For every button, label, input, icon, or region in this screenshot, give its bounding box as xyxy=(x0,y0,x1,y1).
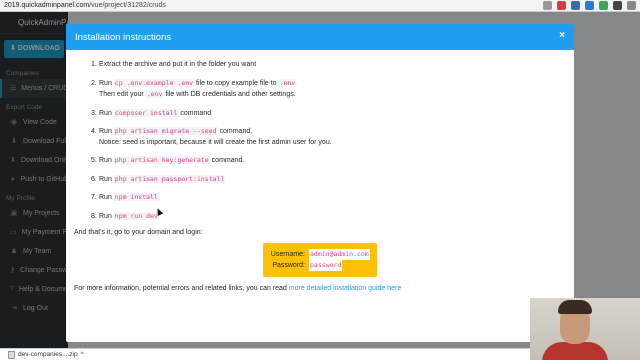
modal-header: Installation instructions × xyxy=(66,24,574,50)
step-number: 6. xyxy=(91,175,97,183)
step-number: 4. xyxy=(91,128,97,135)
step-text: file to copy example file to xyxy=(196,79,277,87)
password-label: Password: xyxy=(272,262,305,269)
step-text: Run xyxy=(99,79,112,87)
step-text: Run xyxy=(99,109,112,117)
step-notice: Notice: seed is important, because it wi… xyxy=(99,138,332,146)
install-step: 7. Run npm install xyxy=(91,192,566,204)
ext-icon[interactable] xyxy=(613,1,622,10)
steps-list: 1. Extract the archive and put it in the … xyxy=(74,60,566,222)
installation-guide-link[interactable]: more detailed installation guide here xyxy=(289,285,401,292)
step-command: npm run dev xyxy=(113,211,159,220)
step-number: 8. xyxy=(91,212,97,220)
username-value: admin@admin.com xyxy=(309,249,370,260)
step-text: Run xyxy=(99,212,112,220)
login-credentials-box: Username: admin@admin.com Password: passwo… xyxy=(263,243,377,277)
step-command: php artisan key:generate xyxy=(113,156,210,164)
modal-title: Installation instructions xyxy=(75,31,172,43)
chevron-up-icon[interactable]: ^ xyxy=(81,351,84,358)
install-step: 2. Run cp .env.example .env file to copy … xyxy=(91,78,566,101)
step-number: 3. xyxy=(91,109,97,117)
step-number: 7. xyxy=(91,194,97,201)
install-step: 4. Run php artisan migrate --seed command… xyxy=(91,126,566,148)
step-command: cp .env.example .env xyxy=(113,78,195,87)
download-filename[interactable]: dev-companies....zip xyxy=(18,351,78,358)
url-host: 2019.quickadminpanel.com xyxy=(4,2,90,9)
username-label: Username: xyxy=(270,251,305,258)
more-info-text: For more information, potential errors a… xyxy=(74,285,287,292)
step-command: composer install xyxy=(113,108,179,117)
step-text: Then edit your xyxy=(99,91,144,98)
install-step: 3. Run composer install command xyxy=(91,108,566,120)
install-step: 5. Run php artisan key:generate command. xyxy=(91,155,566,167)
step-text: file with DB credentials and other setti… xyxy=(165,91,296,98)
webcam-person-hair xyxy=(558,300,592,314)
shield-icon[interactable] xyxy=(557,1,566,10)
step-command: php artisan passport:install xyxy=(113,174,226,183)
address-bar[interactable]: 2019.quickadminpanel.com/vue/project/312… xyxy=(4,2,166,9)
grid-icon[interactable] xyxy=(571,1,580,10)
step-number: 2. xyxy=(91,79,97,87)
modal-body: 1. Extract the archive and put it in the … xyxy=(66,50,574,309)
done-text: And that's it, go to your domain and log… xyxy=(74,229,203,236)
step-text: command. xyxy=(219,128,253,135)
star-icon[interactable] xyxy=(543,1,552,10)
extension-icons xyxy=(543,1,636,10)
step-command: .env xyxy=(145,90,164,98)
step-number: 1. xyxy=(91,61,97,68)
step-text: Run xyxy=(99,175,112,183)
step-subline: Then edit your .env file with DB credent… xyxy=(91,89,566,101)
ext-icon[interactable] xyxy=(585,1,594,10)
installation-modal: Installation instructions × 1. Extract th… xyxy=(66,24,574,342)
step-text: Run xyxy=(99,194,112,201)
browser-toolbar: 2019.quickadminpanel.com/vue/project/312… xyxy=(0,0,640,12)
step-text: Run xyxy=(99,157,112,164)
ext-icon[interactable] xyxy=(599,1,608,10)
zip-file-icon xyxy=(8,350,15,359)
step-text: command xyxy=(180,109,212,117)
password-value: password xyxy=(309,260,343,271)
close-icon[interactable]: × xyxy=(559,30,565,41)
step-command: .env xyxy=(278,78,297,87)
step-command: npm install xyxy=(113,193,159,201)
more-info: For more information, potential errors a… xyxy=(74,285,566,292)
step-text: Extract the archive and put it in the fo… xyxy=(99,61,257,68)
puzzle-icon[interactable] xyxy=(627,1,636,10)
webcam-overlay xyxy=(530,298,640,360)
step-number: 5. xyxy=(91,157,97,164)
install-step: 1. Extract the archive and put it in the … xyxy=(91,60,566,71)
step-text: Run xyxy=(99,128,112,135)
webcam-person-shirt xyxy=(542,342,608,360)
install-step: 6. Run php artisan passport:install xyxy=(91,174,566,186)
url-path: /vue/project/31282/cruds xyxy=(89,2,166,9)
step-text: command. xyxy=(211,157,245,164)
step-command: php artisan migrate --seed xyxy=(113,127,218,135)
